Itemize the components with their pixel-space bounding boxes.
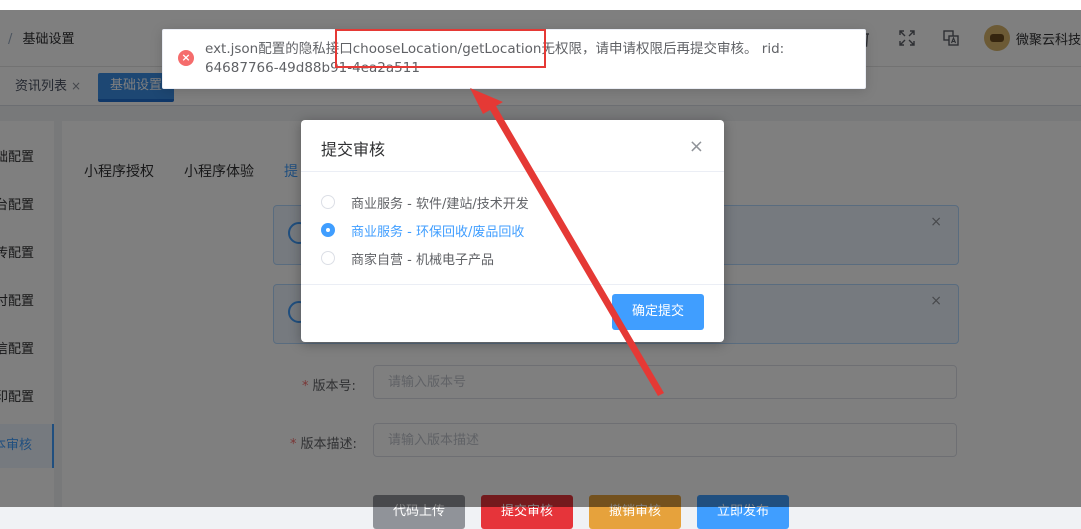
arrow-shape — [470, 88, 664, 396]
annotation-arrow — [470, 88, 664, 396]
